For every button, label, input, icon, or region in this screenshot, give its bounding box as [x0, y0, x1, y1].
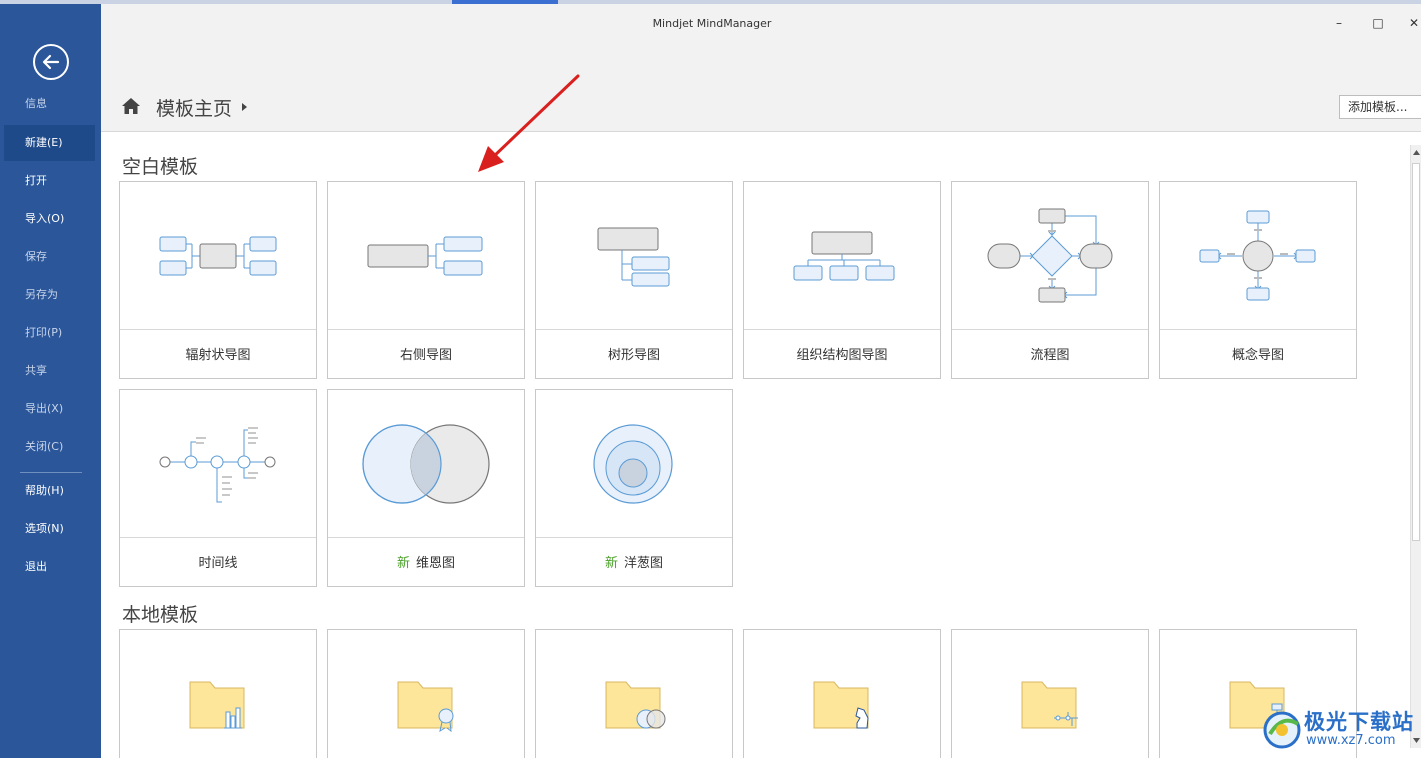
breadcrumb-chevron-icon[interactable]: [242, 103, 247, 111]
add-template-button[interactable]: 添加模板...: [1339, 95, 1421, 119]
new-badge: 新: [396, 556, 410, 571]
card-label: 概念导图: [1231, 348, 1284, 363]
vertical-scrollbar[interactable]: [1410, 145, 1421, 748]
timeline-thumbnail: [120, 390, 316, 538]
new-badge: 新: [604, 556, 618, 571]
template-card-concept-map[interactable]: 概念导图: [1159, 181, 1357, 379]
template-card-org-chart[interactable]: 组织结构图导图: [743, 181, 941, 379]
nav-exit[interactable]: 退出: [4, 549, 95, 585]
folder-award-icon: [397, 681, 454, 733]
nav-print[interactable]: 打印(P): [4, 315, 95, 351]
right-map-thumbnail: [328, 182, 524, 330]
flowchart-thumbnail: [952, 182, 1148, 330]
title-bar: Mindjet MindManager – □ ✕ 模板主页 添加模板...: [101, 4, 1421, 132]
watermark-url: www.xz7.com: [1306, 733, 1396, 748]
radial-map-thumbnail: [120, 182, 316, 330]
nav-help[interactable]: 帮助(H): [4, 473, 95, 509]
template-card-venn[interactable]: 新维恩图: [327, 389, 525, 587]
template-card-right-map[interactable]: 右侧导图: [327, 181, 525, 379]
folder-chess-icon: [813, 681, 869, 729]
local-folder-card[interactable]: [327, 629, 525, 758]
window-title: Mindjet MindManager: [652, 17, 772, 30]
org-chart-thumbnail: [744, 182, 940, 330]
back-arrow-icon: [42, 54, 60, 70]
venn-thumbnail: [328, 390, 524, 538]
tree-map-thumbnail: [536, 182, 732, 330]
nav-import[interactable]: 导入(O): [4, 201, 95, 237]
local-folder-card[interactable]: [743, 629, 941, 758]
template-card-tree-map[interactable]: 树形导图: [535, 181, 733, 379]
watermark-name: 极光下载站: [1304, 710, 1414, 734]
nav-save-as[interactable]: 另存为: [4, 277, 95, 313]
nav-save[interactable]: 保存: [4, 239, 95, 275]
card-label: 新洋葱图: [604, 556, 664, 571]
back-button[interactable]: [33, 44, 69, 80]
nav-export[interactable]: 导出(X): [4, 391, 95, 427]
breadcrumb-template-home[interactable]: 模板主页: [156, 94, 232, 121]
backstage-sidebar: 信息 新建(E) 打开 导入(O) 保存 另存为 打印(P) 共享 导出(X) …: [0, 4, 101, 758]
local-folder-card[interactable]: [951, 629, 1149, 758]
local-folder-card[interactable]: [535, 629, 733, 758]
section-title-blank: 空白模板: [122, 156, 199, 178]
folder-chart-icon: [189, 681, 245, 729]
onion-thumbnail: [536, 390, 732, 538]
card-label: 组织结构图导图: [796, 348, 888, 363]
section-title-local: 本地模板: [122, 604, 199, 626]
maximize-button[interactable]: □: [1368, 16, 1388, 34]
watermark-logo-icon: [1263, 711, 1301, 749]
template-gallery: 空白模板 辐射状导图 右侧导图 树形导图 组织结构图导图 流程图 概念导图 时间…: [101, 133, 1410, 758]
template-card-radial-map[interactable]: 辐射状导图: [119, 181, 317, 379]
home-icon[interactable]: [121, 97, 141, 115]
close-button[interactable]: ✕: [1404, 16, 1421, 34]
template-card-flowchart[interactable]: 流程图: [951, 181, 1149, 379]
template-card-onion[interactable]: 新洋葱图: [535, 389, 733, 587]
local-folder-card[interactable]: [119, 629, 317, 758]
scroll-up-arrow-icon[interactable]: [1411, 145, 1421, 161]
nav-options[interactable]: 选项(N): [4, 511, 95, 547]
nav-share[interactable]: 共享: [4, 353, 95, 389]
folder-venn-icon: [605, 681, 666, 729]
nav-info[interactable]: 信息: [4, 86, 95, 122]
concept-map-thumbnail: [1160, 182, 1356, 330]
annotation-arrow-icon: [478, 74, 580, 172]
folder-timeline-icon: [1021, 681, 1078, 729]
card-label: 右侧导图: [399, 348, 452, 363]
nav-new[interactable]: 新建(E): [4, 125, 95, 161]
card-label: 辐射状导图: [185, 348, 251, 363]
watermark: 极光下载站 www.xz7.com: [1256, 700, 1421, 758]
template-card-timeline[interactable]: 时间线: [119, 389, 317, 587]
nav-open[interactable]: 打开: [4, 163, 95, 199]
card-label: 流程图: [1030, 348, 1070, 363]
card-label: 新维恩图: [396, 556, 456, 571]
nav-close[interactable]: 关闭(C): [4, 429, 95, 465]
card-label: 时间线: [198, 556, 238, 571]
card-label: 树形导图: [607, 348, 660, 363]
scroll-thumb[interactable]: [1412, 163, 1420, 541]
minimize-button[interactable]: –: [1329, 16, 1349, 34]
